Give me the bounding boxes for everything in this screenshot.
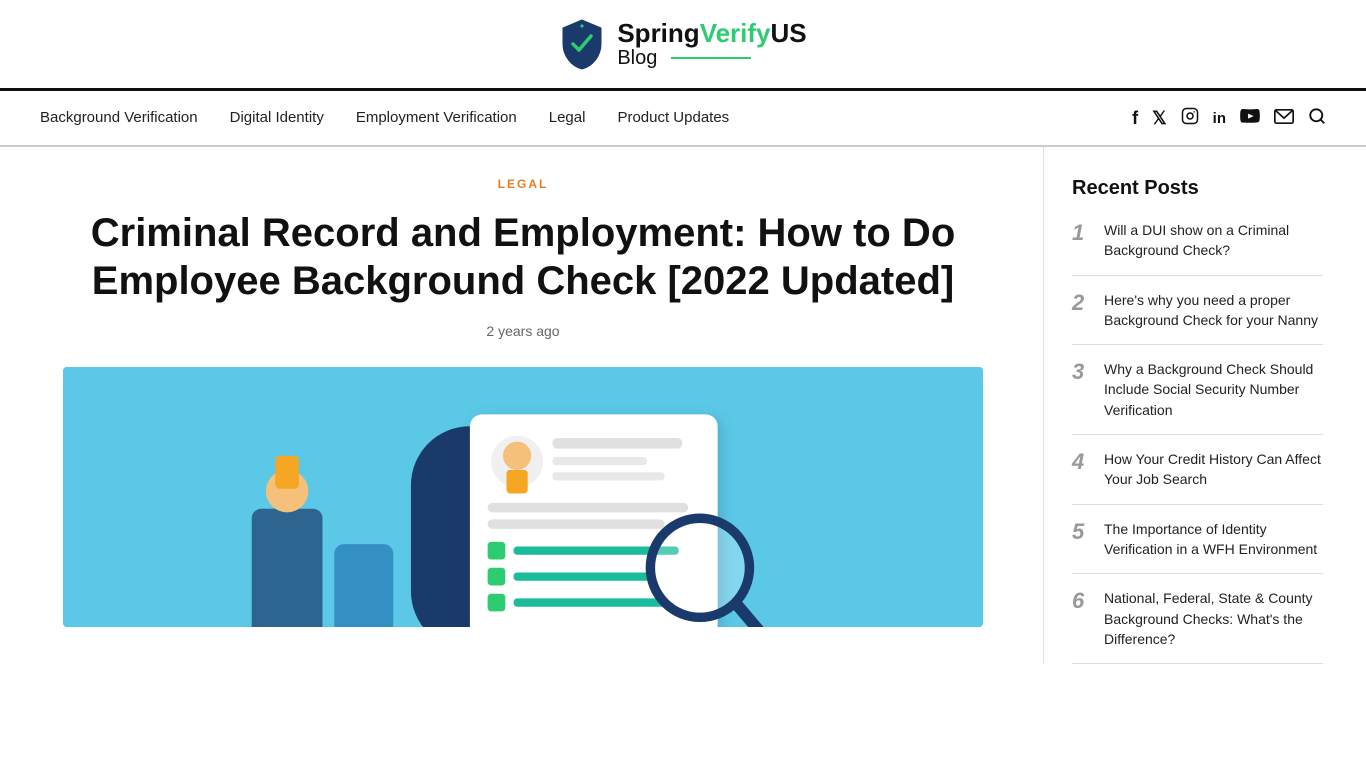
article-meta: 2 years ago: [63, 323, 983, 339]
search-icon[interactable]: [1308, 107, 1326, 130]
recent-post-6[interactable]: 6 National, Federal, State & County Back…: [1072, 574, 1323, 664]
main-nav: Background Verification Digital Identity…: [0, 91, 1366, 147]
instagram-icon[interactable]: [1181, 107, 1199, 130]
nav-item-employment[interactable]: Employment Verification: [356, 109, 517, 127]
site-header: SpringVerifyUS Blog: [0, 0, 1366, 91]
nav-item-background[interactable]: Background Verification: [40, 109, 198, 127]
nav-item-legal[interactable]: Legal: [549, 109, 586, 127]
post-number-2: 2: [1072, 290, 1090, 316]
recent-post-2[interactable]: 2 Here's why you need a proper Backgroun…: [1072, 276, 1323, 346]
sidebar: Recent Posts 1 Will a DUI show on a Crim…: [1043, 147, 1323, 664]
mail-icon[interactable]: [1274, 108, 1294, 129]
article-area: LEGAL Criminal Record and Employment: Ho…: [43, 147, 1003, 664]
recent-post-5[interactable]: 5 The Importance of Identity Verificatio…: [1072, 505, 1323, 575]
recent-post-3[interactable]: 3 Why a Background Check Should Include …: [1072, 345, 1323, 435]
nav-link-digital[interactable]: Digital Identity: [230, 109, 324, 126]
nav-link-employment[interactable]: Employment Verification: [356, 109, 517, 126]
post-number-5: 5: [1072, 519, 1090, 545]
post-number-3: 3: [1072, 359, 1090, 385]
nav-links: Background Verification Digital Identity…: [40, 109, 729, 127]
article-image: [63, 367, 983, 627]
sidebar-title: Recent Posts: [1072, 177, 1323, 200]
nav-link-background[interactable]: Background Verification: [40, 109, 198, 126]
logo[interactable]: SpringVerifyUS Blog: [559, 18, 806, 70]
logo-text: SpringVerifyUS Blog: [617, 19, 806, 70]
logo-icon: [559, 18, 605, 70]
post-text-1[interactable]: Will a DUI show on a Criminal Background…: [1104, 220, 1323, 261]
nav-link-legal[interactable]: Legal: [549, 109, 586, 126]
facebook-icon[interactable]: f: [1132, 108, 1138, 129]
article-category: LEGAL: [63, 177, 983, 191]
social-icons: f 𝕏 in: [1132, 107, 1326, 130]
post-number-4: 4: [1072, 449, 1090, 475]
nav-item-digital[interactable]: Digital Identity: [230, 109, 324, 127]
post-number-6: 6: [1072, 588, 1090, 614]
post-text-2[interactable]: Here's why you need a proper Background …: [1104, 290, 1323, 331]
main-layout: LEGAL Criminal Record and Employment: Ho…: [23, 147, 1343, 664]
article-title: Criminal Record and Employment: How to D…: [63, 209, 983, 305]
brand-blog: Blog: [617, 47, 806, 69]
recent-post-1[interactable]: 1 Will a DUI show on a Criminal Backgrou…: [1072, 220, 1323, 276]
post-text-4[interactable]: How Your Credit History Can Affect Your …: [1104, 449, 1323, 490]
youtube-icon[interactable]: [1240, 108, 1260, 129]
recent-post-4[interactable]: 4 How Your Credit History Can Affect You…: [1072, 435, 1323, 505]
twitter-icon[interactable]: 𝕏: [1152, 108, 1167, 129]
brand-name: SpringVerifyUS: [617, 19, 806, 48]
post-text-6[interactable]: National, Federal, State & County Backgr…: [1104, 588, 1323, 649]
post-text-5[interactable]: The Importance of Identity Verification …: [1104, 519, 1323, 560]
post-number-1: 1: [1072, 220, 1090, 246]
linkedin-icon[interactable]: in: [1213, 110, 1226, 127]
article-illustration: [63, 367, 983, 627]
nav-link-product[interactable]: Product Updates: [617, 109, 729, 126]
nav-item-product[interactable]: Product Updates: [617, 109, 729, 127]
shield-icon: [559, 18, 605, 70]
post-text-3[interactable]: Why a Background Check Should Include So…: [1104, 359, 1323, 420]
